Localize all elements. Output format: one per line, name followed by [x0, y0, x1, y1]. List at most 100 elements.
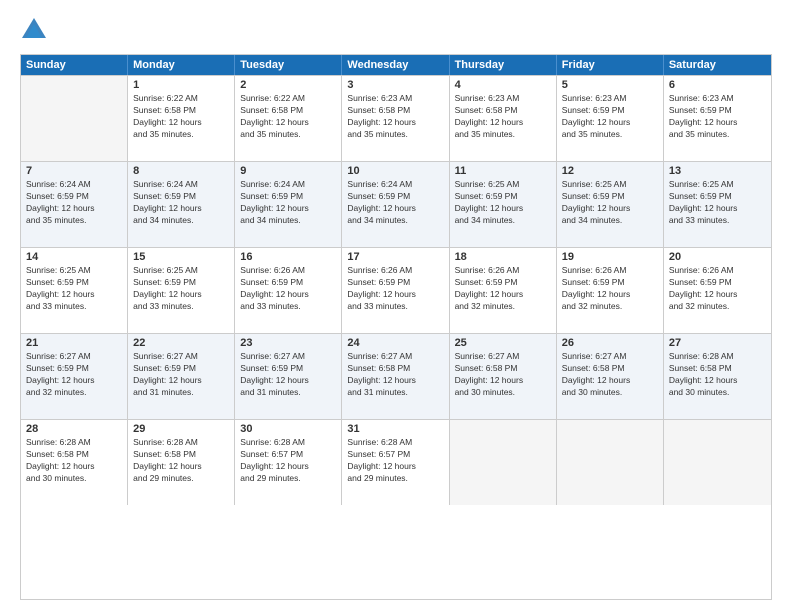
- day-number: 5: [562, 79, 658, 91]
- day-number: 26: [562, 337, 658, 349]
- calendar-cell: 16 Sunrise: 6:26 AM Sunset: 6:59 PM Dayli…: [235, 248, 342, 333]
- calendar-cell: 5 Sunrise: 6:23 AM Sunset: 6:59 PM Daylig…: [557, 76, 664, 161]
- day-info: Sunrise: 6:23 AM Sunset: 6:59 PM Dayligh…: [562, 93, 658, 141]
- day-info: Sunrise: 6:26 AM Sunset: 6:59 PM Dayligh…: [240, 265, 336, 313]
- day-info: Sunrise: 6:25 AM Sunset: 6:59 PM Dayligh…: [133, 265, 229, 313]
- day-info: Sunrise: 6:24 AM Sunset: 6:59 PM Dayligh…: [133, 179, 229, 227]
- day-info: Sunrise: 6:27 AM Sunset: 6:59 PM Dayligh…: [240, 351, 336, 399]
- day-info: Sunrise: 6:27 AM Sunset: 6:59 PM Dayligh…: [26, 351, 122, 399]
- header-cell-monday: Monday: [128, 55, 235, 75]
- day-info: Sunrise: 6:28 AM Sunset: 6:58 PM Dayligh…: [669, 351, 766, 399]
- day-number: 4: [455, 79, 551, 91]
- day-info: Sunrise: 6:26 AM Sunset: 6:59 PM Dayligh…: [562, 265, 658, 313]
- day-info: Sunrise: 6:23 AM Sunset: 6:58 PM Dayligh…: [347, 93, 443, 141]
- day-info: Sunrise: 6:24 AM Sunset: 6:59 PM Dayligh…: [240, 179, 336, 227]
- calendar-cell: 30 Sunrise: 6:28 AM Sunset: 6:57 PM Dayli…: [235, 420, 342, 505]
- day-number: 22: [133, 337, 229, 349]
- calendar-cell: 20Sunrise: 6:26 AM Sunset: 6:59 PM Dayli…: [664, 248, 771, 333]
- calendar-cell: [450, 420, 557, 505]
- day-info: Sunrise: 6:26 AM Sunset: 6:59 PM Dayligh…: [455, 265, 551, 313]
- calendar-cell: 14 Sunrise: 6:25 AM Sunset: 6:59 PM Dayli…: [21, 248, 128, 333]
- day-info: Sunrise: 6:25 AM Sunset: 6:59 PM Dayligh…: [455, 179, 551, 227]
- calendar-cell: 18 Sunrise: 6:26 AM Sunset: 6:59 PM Dayli…: [450, 248, 557, 333]
- page: SundayMondayTuesdayWednesdayThursdayFrid…: [0, 0, 792, 612]
- day-info: Sunrise: 6:27 AM Sunset: 6:59 PM Dayligh…: [133, 351, 229, 399]
- calendar-cell: 29 Sunrise: 6:28 AM Sunset: 6:58 PM Dayli…: [128, 420, 235, 505]
- calendar-cell: 19 Sunrise: 6:26 AM Sunset: 6:59 PM Dayli…: [557, 248, 664, 333]
- day-number: 28: [26, 423, 122, 435]
- day-number: 16: [240, 251, 336, 263]
- day-number: 1: [133, 79, 229, 91]
- day-number: 17: [347, 251, 443, 263]
- header: [20, 16, 772, 44]
- day-info: Sunrise: 6:23 AM Sunset: 6:59 PM Dayligh…: [669, 93, 766, 141]
- day-number: 7: [26, 165, 122, 177]
- logo-icon: [20, 16, 48, 44]
- day-info: Sunrise: 6:27 AM Sunset: 6:58 PM Dayligh…: [455, 351, 551, 399]
- day-number: 19: [562, 251, 658, 263]
- day-number: 14: [26, 251, 122, 263]
- calendar-row-3: 14 Sunrise: 6:25 AM Sunset: 6:59 PM Dayli…: [21, 247, 771, 333]
- calendar-cell: 12Sunrise: 6:25 AM Sunset: 6:59 PM Dayli…: [557, 162, 664, 247]
- calendar-cell: [557, 420, 664, 505]
- day-number: 18: [455, 251, 551, 263]
- day-info: Sunrise: 6:27 AM Sunset: 6:58 PM Dayligh…: [347, 351, 443, 399]
- day-number: 31: [347, 423, 443, 435]
- calendar-body: 1 Sunrise: 6:22 AM Sunset: 6:58 PM Daylig…: [21, 75, 771, 505]
- day-info: Sunrise: 6:27 AM Sunset: 6:58 PM Dayligh…: [562, 351, 658, 399]
- day-info: Sunrise: 6:28 AM Sunset: 6:57 PM Dayligh…: [347, 437, 443, 485]
- header-cell-friday: Friday: [557, 55, 664, 75]
- day-info: Sunrise: 6:25 AM Sunset: 6:59 PM Dayligh…: [562, 179, 658, 227]
- day-number: 21: [26, 337, 122, 349]
- header-cell-sunday: Sunday: [21, 55, 128, 75]
- calendar-cell: 2 Sunrise: 6:22 AM Sunset: 6:58 PM Daylig…: [235, 76, 342, 161]
- calendar-cell: 6Sunrise: 6:23 AM Sunset: 6:59 PM Daylig…: [664, 76, 771, 161]
- header-cell-saturday: Saturday: [664, 55, 771, 75]
- day-info: Sunrise: 6:22 AM Sunset: 6:58 PM Dayligh…: [133, 93, 229, 141]
- day-info: Sunrise: 6:24 AM Sunset: 6:59 PM Dayligh…: [347, 179, 443, 227]
- calendar-cell: 26 Sunrise: 6:27 AM Sunset: 6:58 PM Dayli…: [557, 334, 664, 419]
- day-number: 27: [669, 337, 766, 349]
- calendar-cell: 27 Sunrise: 6:28 AM Sunset: 6:58 PM Dayli…: [664, 334, 771, 419]
- day-info: Sunrise: 6:23 AM Sunset: 6:58 PM Dayligh…: [455, 93, 551, 141]
- day-number: 29: [133, 423, 229, 435]
- calendar-cell: 7 Sunrise: 6:24 AM Sunset: 6:59 PM Daylig…: [21, 162, 128, 247]
- calendar-row-1: 1 Sunrise: 6:22 AM Sunset: 6:58 PM Daylig…: [21, 75, 771, 161]
- day-number: 3: [347, 79, 443, 91]
- calendar-cell: [664, 420, 771, 505]
- calendar-cell: 3 Sunrise: 6:23 AM Sunset: 6:58 PM Daylig…: [342, 76, 449, 161]
- calendar-cell: 21 Sunrise: 6:27 AM Sunset: 6:59 PM Dayli…: [21, 334, 128, 419]
- logo: [20, 16, 52, 44]
- day-number: 30: [240, 423, 336, 435]
- day-number: 24: [347, 337, 443, 349]
- calendar-cell: 4 Sunrise: 6:23 AM Sunset: 6:58 PM Daylig…: [450, 76, 557, 161]
- day-number: 8: [133, 165, 229, 177]
- day-number: 25: [455, 337, 551, 349]
- calendar-cell: 11 Sunrise: 6:25 AM Sunset: 6:59 PM Dayli…: [450, 162, 557, 247]
- day-info: Sunrise: 6:26 AM Sunset: 6:59 PM Dayligh…: [669, 265, 766, 313]
- calendar-row-4: 21 Sunrise: 6:27 AM Sunset: 6:59 PM Dayli…: [21, 333, 771, 419]
- calendar-row-2: 7 Sunrise: 6:24 AM Sunset: 6:59 PM Daylig…: [21, 161, 771, 247]
- day-info: Sunrise: 6:25 AM Sunset: 6:59 PM Dayligh…: [669, 179, 766, 227]
- calendar-row-5: 28 Sunrise: 6:28 AM Sunset: 6:58 PM Dayli…: [21, 419, 771, 505]
- day-info: Sunrise: 6:26 AM Sunset: 6:59 PM Dayligh…: [347, 265, 443, 313]
- calendar-cell: 31 Sunrise: 6:28 AM Sunset: 6:57 PM Dayli…: [342, 420, 449, 505]
- day-number: 11: [455, 165, 551, 177]
- calendar-cell: 10 Sunrise: 6:24 AM Sunset: 6:59 PM Dayli…: [342, 162, 449, 247]
- calendar-cell: 23Sunrise: 6:27 AM Sunset: 6:59 PM Dayli…: [235, 334, 342, 419]
- calendar-cell: [21, 76, 128, 161]
- calendar-cell: 28 Sunrise: 6:28 AM Sunset: 6:58 PM Dayli…: [21, 420, 128, 505]
- day-info: Sunrise: 6:22 AM Sunset: 6:58 PM Dayligh…: [240, 93, 336, 141]
- day-info: Sunrise: 6:28 AM Sunset: 6:57 PM Dayligh…: [240, 437, 336, 485]
- day-info: Sunrise: 6:24 AM Sunset: 6:59 PM Dayligh…: [26, 179, 122, 227]
- calendar-cell: 8 Sunrise: 6:24 AM Sunset: 6:59 PM Daylig…: [128, 162, 235, 247]
- calendar-cell: 24 Sunrise: 6:27 AM Sunset: 6:58 PM Dayli…: [342, 334, 449, 419]
- day-number: 10: [347, 165, 443, 177]
- day-number: 13: [669, 165, 766, 177]
- calendar-header: SundayMondayTuesdayWednesdayThursdayFrid…: [21, 55, 771, 75]
- header-cell-thursday: Thursday: [450, 55, 557, 75]
- day-info: Sunrise: 6:25 AM Sunset: 6:59 PM Dayligh…: [26, 265, 122, 313]
- day-number: 2: [240, 79, 336, 91]
- day-info: Sunrise: 6:28 AM Sunset: 6:58 PM Dayligh…: [26, 437, 122, 485]
- day-info: Sunrise: 6:28 AM Sunset: 6:58 PM Dayligh…: [133, 437, 229, 485]
